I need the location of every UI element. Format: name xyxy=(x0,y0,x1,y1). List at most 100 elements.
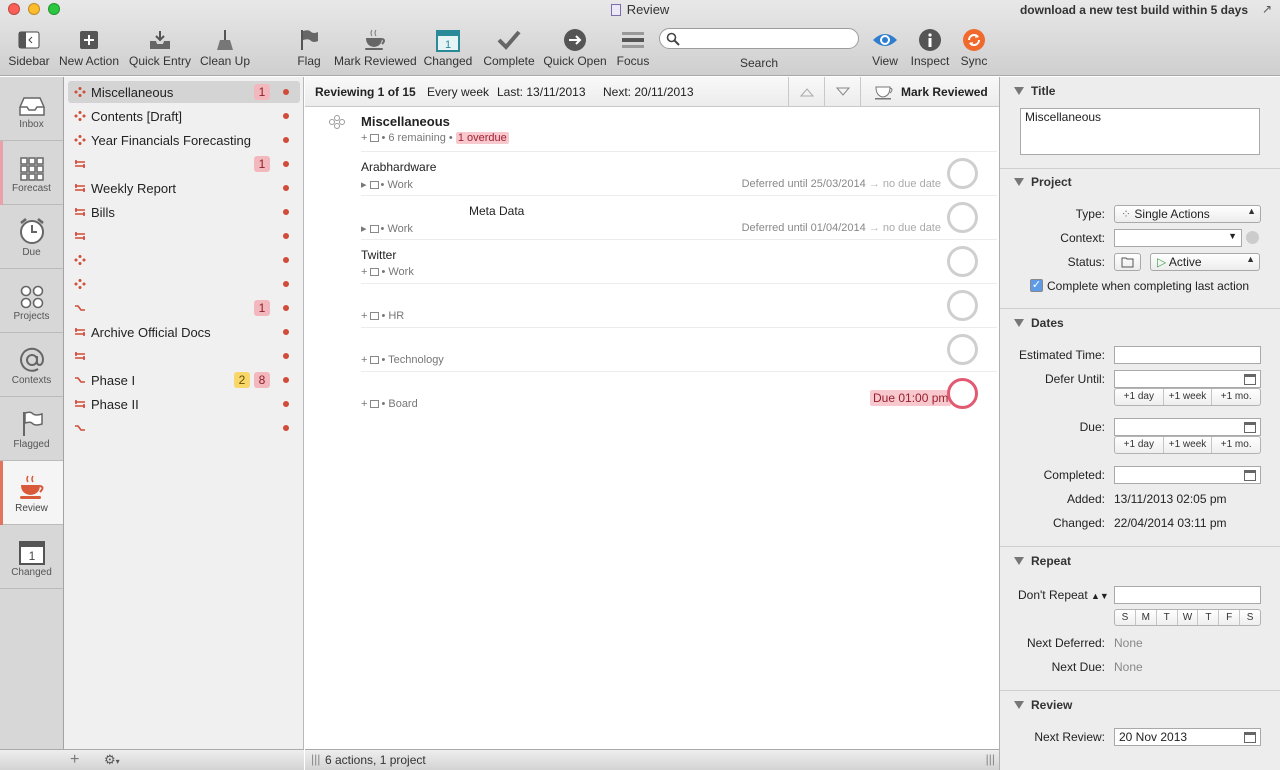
add-project-button[interactable]: + xyxy=(70,751,79,769)
perspective-forecast[interactable]: Forecast xyxy=(0,141,63,205)
status-popup[interactable]: ▷ Active ▲ xyxy=(1150,253,1260,271)
due-field[interactable] xyxy=(1114,418,1261,436)
estimated-time-field[interactable] xyxy=(1114,346,1261,364)
perspective-projects[interactable]: Projects xyxy=(0,269,63,333)
project-row[interactable]: Miscellaneous + • 6 remaining • 1 overdue xyxy=(305,107,999,151)
complete-checkbox[interactable]: ✓ xyxy=(1030,279,1043,292)
action-context[interactable]: HR xyxy=(388,310,404,322)
weekday-toggle[interactable]: S xyxy=(1115,610,1136,625)
completion-circle[interactable] xyxy=(947,202,978,233)
completed-field[interactable] xyxy=(1114,466,1261,484)
project-list-item[interactable] xyxy=(68,249,300,271)
due-badge[interactable]: Due 01:00 pm xyxy=(870,390,952,406)
next-review-field[interactable]: 20 Nov 2013 xyxy=(1114,728,1261,746)
weekday-toggle[interactable]: T xyxy=(1157,610,1178,625)
new-action-button[interactable]: New Action xyxy=(58,26,120,72)
defer-until-field[interactable] xyxy=(1114,370,1261,388)
complete-checkbox-label[interactable]: Complete when completing last action xyxy=(1047,279,1249,293)
project-list-item[interactable]: 1 xyxy=(68,297,300,319)
project-list-item[interactable]: Weekly Report xyxy=(68,177,300,199)
weekday-toggle[interactable]: F xyxy=(1219,610,1241,625)
project-list-item[interactable] xyxy=(68,417,300,439)
build-notice[interactable]: download a new test build within 5 days xyxy=(1020,3,1248,17)
chevron-down-icon[interactable]: ▼ xyxy=(1228,231,1237,241)
repeat-mode-popup[interactable]: Don't Repeat ▲▼ xyxy=(1018,588,1109,602)
context-action-icon[interactable] xyxy=(1246,231,1259,244)
action-title[interactable]: Twitter xyxy=(361,248,396,262)
action-context[interactable]: Board xyxy=(388,398,417,410)
defer-plus-day-button[interactable]: +1 day xyxy=(1115,389,1164,405)
changed-button[interactable]: 1 Changed xyxy=(422,26,474,72)
weekday-toggle[interactable]: S xyxy=(1240,610,1260,625)
calendar-icon[interactable] xyxy=(1244,374,1256,385)
toolbar-sidebar-button[interactable]: Sidebar xyxy=(4,26,54,72)
flag-button[interactable]: Flag xyxy=(290,26,328,72)
defer-plus-week-button[interactable]: +1 week xyxy=(1164,389,1213,405)
action-context[interactable]: Work xyxy=(388,266,413,278)
type-popup[interactable]: ⁘ Single Actions ▲ xyxy=(1114,205,1261,223)
focus-button[interactable]: Focus xyxy=(612,26,654,72)
search-field[interactable] xyxy=(659,28,859,49)
perspective-inbox[interactable]: Inbox xyxy=(0,77,63,141)
due-date[interactable]: no due date xyxy=(883,178,941,190)
project-list-item[interactable]: Phase II xyxy=(68,393,300,415)
action-title[interactable]: Arabhardware xyxy=(361,160,436,174)
project-list-item[interactable]: Contents [Draft] xyxy=(68,105,300,127)
weekday-toggle[interactable]: T xyxy=(1198,610,1220,625)
defer-plus-month-button[interactable]: +1 mo. xyxy=(1212,389,1260,405)
toolbar-mark-reviewed-button[interactable]: Mark Reviewed xyxy=(334,26,417,72)
context-field[interactable]: ▼ xyxy=(1114,229,1242,247)
action-row[interactable]: + • Technology xyxy=(305,327,999,371)
perspective-flagged[interactable]: Flagged xyxy=(0,397,63,461)
review-section-header[interactable]: Review xyxy=(1014,698,1072,712)
clean-up-button[interactable]: Clean Up xyxy=(198,26,252,72)
perspective-changed[interactable]: 1 Changed xyxy=(0,525,63,589)
due-plus-week-button[interactable]: +1 week xyxy=(1164,437,1213,453)
weekday-toggle[interactable]: M xyxy=(1136,610,1157,625)
previous-review-button[interactable] xyxy=(788,77,824,107)
project-list-item[interactable] xyxy=(68,273,300,295)
action-row[interactable]: + • Board Due 01:00 pm xyxy=(305,371,999,415)
calendar-icon[interactable] xyxy=(1244,732,1256,743)
action-row[interactable]: + • HR xyxy=(305,283,999,327)
title-field[interactable]: Miscellaneous xyxy=(1020,108,1260,155)
action-row[interactable]: Twitter + • Work xyxy=(305,239,999,283)
due-plus-month-button[interactable]: +1 mo. xyxy=(1212,437,1260,453)
title-section-header[interactable]: Title xyxy=(1014,84,1055,98)
repeat-section-header[interactable]: Repeat xyxy=(1014,554,1071,568)
project-list-item[interactable]: Year Financials Forecasting xyxy=(68,129,300,151)
weekday-toggle[interactable]: W xyxy=(1178,610,1199,625)
completion-circle[interactable] xyxy=(947,334,978,365)
action-context[interactable]: Work xyxy=(387,179,412,191)
perspective-due[interactable]: Due xyxy=(0,205,63,269)
next-review-button[interactable] xyxy=(824,77,860,107)
review-bar-mark-reviewed-button[interactable]: Mark Reviewed xyxy=(860,77,999,107)
view-button[interactable]: View xyxy=(868,26,902,72)
inspect-button[interactable]: Inspect xyxy=(908,26,952,72)
action-title[interactable]: Meta Data xyxy=(469,204,524,218)
project-list-item[interactable] xyxy=(68,225,300,247)
completion-circle[interactable] xyxy=(947,290,978,321)
quick-open-button[interactable]: Quick Open xyxy=(542,26,608,72)
sync-button[interactable]: Sync xyxy=(956,26,992,72)
calendar-icon[interactable] xyxy=(1244,422,1256,433)
fullscreen-icon[interactable]: ↗ xyxy=(1262,2,1272,16)
action-row[interactable]: Arabhardware ▸ • Work Deferred until 25/03/… xyxy=(305,151,999,195)
project-section-header[interactable]: Project xyxy=(1014,175,1072,189)
project-list-item[interactable]: Miscellaneous 1 xyxy=(68,81,300,103)
repeat-field[interactable] xyxy=(1114,586,1261,604)
project-list-item[interactable]: Phase I 28 xyxy=(68,369,300,391)
calendar-icon[interactable] xyxy=(1244,470,1256,481)
dates-section-header[interactable]: Dates xyxy=(1014,316,1064,330)
perspective-review[interactable]: Review xyxy=(0,461,63,525)
perspective-contexts[interactable]: Contexts xyxy=(0,333,63,397)
quick-entry-button[interactable]: Quick Entry xyxy=(128,26,192,72)
completion-circle[interactable] xyxy=(947,378,978,409)
project-list-item[interactable]: 1 xyxy=(68,153,300,175)
project-list-item[interactable]: Archive Official Docs xyxy=(68,321,300,343)
due-plus-day-button[interactable]: +1 day xyxy=(1115,437,1164,453)
due-date[interactable]: no due date xyxy=(883,222,941,234)
deferred-date[interactable]: Deferred until 25/03/2014 xyxy=(742,178,866,190)
gear-menu-button[interactable]: ⚙▾ xyxy=(104,752,120,768)
complete-button[interactable]: Complete xyxy=(480,26,538,72)
